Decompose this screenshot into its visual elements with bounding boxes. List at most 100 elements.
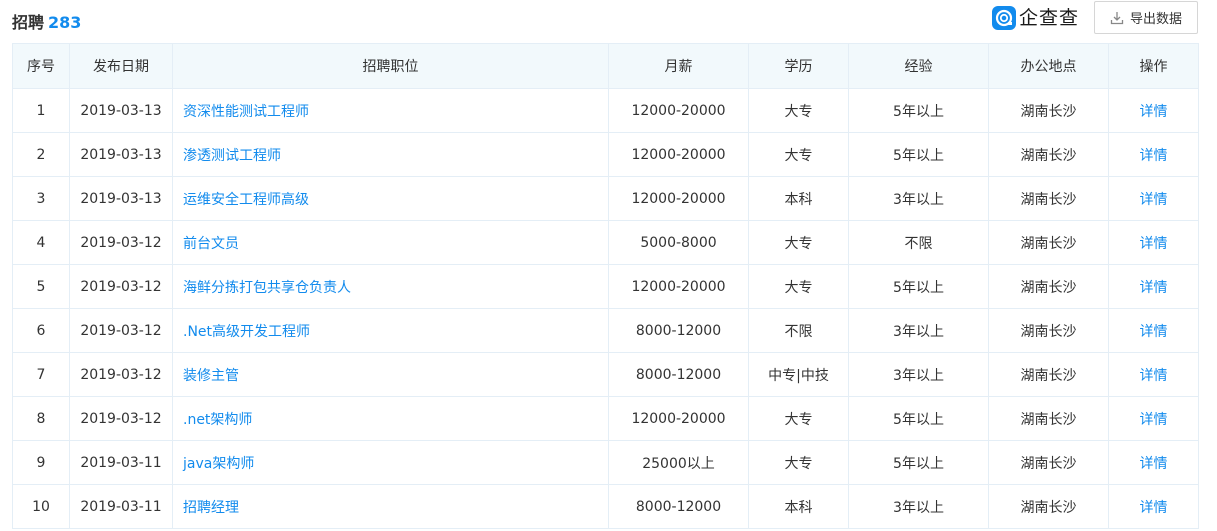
col-header-education: 学历 (748, 43, 849, 89)
cell-index: 3 (12, 176, 70, 221)
col-header-location: 办公地点 (988, 43, 1109, 89)
job-link[interactable]: 渗透测试工程师 (183, 148, 281, 164)
cell-position: 招聘经理 (172, 484, 609, 529)
cell-position: 装修主管 (172, 352, 609, 397)
brand-text: 企查查 (1019, 7, 1080, 29)
cell-date: 2019-03-12 (69, 396, 173, 441)
job-link[interactable]: java架构师 (183, 456, 254, 472)
job-link[interactable]: 装修主管 (183, 368, 239, 384)
table-row: 1 2019-03-13 资深性能测试工程师 12000-20000 大专 5年… (12, 88, 1199, 133)
table-header-row: 序号 发布日期 招聘职位 月薪 学历 经验 办公地点 操作 (12, 43, 1199, 89)
detail-link[interactable]: 详情 (1140, 368, 1168, 384)
cell-experience: 3年以上 (848, 176, 989, 221)
section-header: 招聘 283 企查查 导出数据 (0, 0, 1217, 40)
cell-location: 湖南长沙 (988, 132, 1109, 177)
cell-date: 2019-03-11 (69, 484, 173, 529)
brand-logo: 企查查 (992, 6, 1079, 30)
col-header-action: 操作 (1108, 43, 1199, 89)
recruitment-count: 283 (48, 13, 82, 32)
col-header-experience: 经验 (848, 43, 989, 89)
cell-date: 2019-03-13 (69, 88, 173, 133)
detail-link[interactable]: 详情 (1140, 500, 1168, 516)
job-link[interactable]: .net架构师 (183, 412, 252, 428)
cell-action: 详情 (1108, 396, 1199, 441)
detail-link[interactable]: 详情 (1140, 104, 1168, 120)
job-link[interactable]: .Net高级开发工程师 (183, 324, 310, 340)
cell-experience: 不限 (848, 220, 989, 265)
export-data-label: 导出数据 (1129, 12, 1182, 27)
export-data-button[interactable]: 导出数据 (1094, 1, 1198, 34)
recruitment-table: 序号 发布日期 招聘职位 月薪 学历 经验 办公地点 操作 1 2019-03-… (12, 43, 1199, 529)
job-link[interactable]: 海鲜分拣打包共享仓负责人 (183, 280, 351, 296)
cell-location: 湖南长沙 (988, 484, 1109, 529)
cell-action: 详情 (1108, 352, 1199, 397)
detail-link[interactable]: 详情 (1140, 456, 1168, 472)
cell-salary: 12000-20000 (608, 176, 749, 221)
table-row: 6 2019-03-12 .Net高级开发工程师 8000-12000 不限 3… (12, 308, 1199, 353)
cell-action: 详情 (1108, 440, 1199, 485)
detail-link[interactable]: 详情 (1140, 324, 1168, 340)
cell-location: 湖南长沙 (988, 264, 1109, 309)
cell-action: 详情 (1108, 308, 1199, 353)
cell-index: 10 (12, 484, 70, 529)
cell-action: 详情 (1108, 484, 1199, 529)
table-row: 5 2019-03-12 海鲜分拣打包共享仓负责人 12000-20000 大专… (12, 264, 1199, 309)
cell-position: 前台文员 (172, 220, 609, 265)
cell-action: 详情 (1108, 176, 1199, 221)
cell-experience: 5年以上 (848, 440, 989, 485)
cell-index: 8 (12, 396, 70, 441)
cell-location: 湖南长沙 (988, 220, 1109, 265)
cell-experience: 3年以上 (848, 308, 989, 353)
cell-salary: 8000-12000 (608, 352, 749, 397)
col-header-date: 发布日期 (69, 43, 173, 89)
cell-action: 详情 (1108, 220, 1199, 265)
cell-index: 2 (12, 132, 70, 177)
detail-link[interactable]: 详情 (1140, 148, 1168, 164)
cell-position: java架构师 (172, 440, 609, 485)
job-link[interactable]: 前台文员 (183, 236, 239, 252)
cell-experience: 5年以上 (848, 88, 989, 133)
table-row: 10 2019-03-11 招聘经理 8000-12000 本科 3年以上 湖南… (12, 484, 1199, 529)
cell-index: 5 (12, 264, 70, 309)
cell-location: 湖南长沙 (988, 88, 1109, 133)
job-link[interactable]: 招聘经理 (183, 500, 239, 516)
cell-experience: 3年以上 (848, 352, 989, 397)
cell-index: 1 (12, 88, 70, 133)
job-link[interactable]: 资深性能测试工程师 (183, 104, 309, 120)
cell-position: 渗透测试工程师 (172, 132, 609, 177)
cell-education: 不限 (748, 308, 849, 353)
cell-education: 大专 (748, 264, 849, 309)
cell-education: 大专 (748, 88, 849, 133)
cell-date: 2019-03-11 (69, 440, 173, 485)
job-link[interactable]: 运维安全工程师高级 (183, 192, 309, 208)
cell-experience: 5年以上 (848, 132, 989, 177)
cell-salary: 12000-20000 (608, 396, 749, 441)
cell-salary: 8000-12000 (608, 308, 749, 353)
detail-link[interactable]: 详情 (1140, 280, 1168, 296)
cell-date: 2019-03-12 (69, 352, 173, 397)
cell-salary: 12000-20000 (608, 132, 749, 177)
cell-salary: 12000-20000 (608, 264, 749, 309)
cell-experience: 5年以上 (848, 396, 989, 441)
table-row: 9 2019-03-11 java架构师 25000以上 大专 5年以上 湖南长… (12, 440, 1199, 485)
detail-link[interactable]: 详情 (1140, 236, 1168, 252)
cell-experience: 5年以上 (848, 264, 989, 309)
cell-salary: 25000以上 (608, 440, 749, 485)
cell-salary: 5000-8000 (608, 220, 749, 265)
cell-index: 6 (12, 308, 70, 353)
cell-date: 2019-03-13 (69, 176, 173, 221)
cell-date: 2019-03-12 (69, 220, 173, 265)
cell-education: 大专 (748, 396, 849, 441)
col-header-salary: 月薪 (608, 43, 749, 89)
table-row: 4 2019-03-12 前台文员 5000-8000 大专 不限 湖南长沙 详… (12, 220, 1199, 265)
table-row: 8 2019-03-12 .net架构师 12000-20000 大专 5年以上… (12, 396, 1199, 441)
detail-link[interactable]: 详情 (1140, 412, 1168, 428)
col-header-index: 序号 (12, 43, 70, 89)
cell-date: 2019-03-12 (69, 264, 173, 309)
cell-location: 湖南长沙 (988, 440, 1109, 485)
col-header-position: 招聘职位 (172, 43, 609, 89)
cell-action: 详情 (1108, 88, 1199, 133)
cell-location: 湖南长沙 (988, 396, 1109, 441)
cell-education: 中专|中技 (748, 352, 849, 397)
detail-link[interactable]: 详情 (1140, 192, 1168, 208)
